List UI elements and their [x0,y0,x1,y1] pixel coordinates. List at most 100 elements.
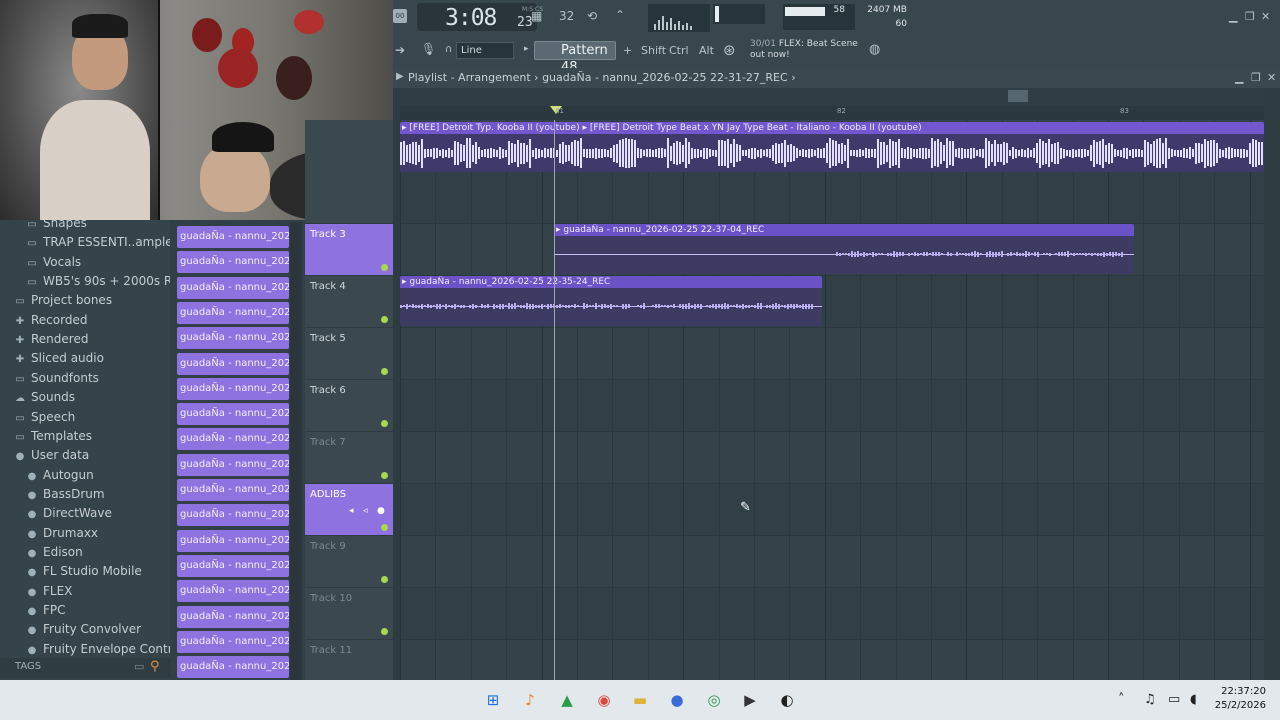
browser-item[interactable]: ▭ Vocals [0,253,81,272]
alt-key[interactable]: Alt [699,44,714,57]
minimize-icon[interactable]: ▁ [1229,10,1237,23]
microphone-icon[interactable]: 🎙 [421,42,436,56]
picker-clip[interactable]: guadaÑa - nannu_2026-... [177,529,289,552]
track-mute-led[interactable] [381,576,388,583]
playlist-vertical-scrollbar[interactable] [1264,120,1280,680]
playlist-lane[interactable] [400,328,1264,380]
search-icon[interactable]: ⚲ [150,659,160,674]
browser-item[interactable]: ✚ Sliced audio [0,349,104,368]
track-mute-led[interactable] [381,472,388,479]
browser-item[interactable]: ● Fruity Envelope Controller [0,640,170,659]
overview-thumb[interactable] [1008,90,1028,102]
playlist-overview-scrollbar[interactable] [400,88,1264,106]
browser-item[interactable]: ● FPC [0,601,66,620]
browser-item[interactable]: ☁ Sounds [0,388,75,407]
tray-chevron-icon[interactable]: ˄ [1118,692,1125,707]
picker-clip[interactable]: guadaÑa - nannu_2026-... [177,327,289,350]
browser-item[interactable]: ● FL Studio Mobile [0,562,142,581]
browser-item[interactable]: ▭ Templates [0,427,92,446]
picker-clip[interactable]: guadaÑa - nannu_2026-... [177,276,289,299]
track-header[interactable]: Track 6 [305,380,393,432]
track-mute-led[interactable] [381,368,388,375]
obs-icon[interactable]: ◐ [775,688,799,712]
track-header-top[interactable] [305,120,393,224]
track-header[interactable]: Track 11 [305,640,393,680]
media-player-icon[interactable]: ▶ [738,688,762,712]
browser-item[interactable]: ● Edison [0,543,83,562]
news-panel[interactable]: 30/01 FLEX: Beat Scene out now! [750,39,865,61]
track-mute-led[interactable] [381,420,388,427]
picker-clip[interactable]: guadaÑa - nannu_2026-... [177,605,289,628]
time-ruler[interactable]: 81 82 83 [400,106,1264,120]
chrome-icon[interactable]: ◉ [592,688,616,712]
snap-selector[interactable]: Line [456,42,514,59]
typing-keyboard-icon[interactable]: ▦ [531,9,542,23]
close-icon[interactable]: ✕ [1261,10,1270,23]
pattern-arrow-icon[interactable]: ▸ [524,44,529,54]
picker-clip[interactable]: guadaÑa - nannu_2026-... [177,251,289,274]
browser-item[interactable]: ● DirectWave [0,504,112,523]
picker-scrollbar[interactable] [290,222,302,680]
browser-item[interactable]: ● Drumaxx [0,524,98,543]
picker-clip[interactable]: guadaÑa - nannu_2026-... [177,428,289,451]
windows-start-icon[interactable]: ⊞ [481,688,505,712]
play-arrow-icon[interactable]: ➔ [395,43,405,57]
shift-key[interactable]: Shift [641,44,666,57]
playlist-restore-icon[interactable]: ❐ [1251,71,1261,84]
ctrl-key[interactable]: Ctrl [669,44,689,57]
track-header[interactable]: Track 9 [305,536,393,588]
track-header[interactable]: Track 5 [305,328,393,380]
song-time-display[interactable]: 3:08 M:S:CS 23 [417,3,543,31]
picker-clip[interactable]: guadaÑa - nannu_2026-... [177,630,289,653]
track-speaker-icon[interactable]: ◃ [363,506,368,516]
picker-clip[interactable]: guadaÑa - nannu_2026-... [177,479,289,501]
track-mute-led[interactable] [381,524,388,531]
restore-icon[interactable]: ❐ [1245,10,1255,23]
snap-magnet-icon[interactable]: ∩ [445,44,452,55]
browser-item[interactable]: ● BassDrum [0,485,105,504]
track-header[interactable]: Track 3 [305,224,393,276]
recorded-audio-clip[interactable]: ▸ guadaÑa - nannu_2026-02-25 22-37-04_RE… [554,224,1134,274]
playlist-lane[interactable] [400,380,1264,432]
picker-clip[interactable]: guadaÑa - nannu_2026-... [177,504,289,527]
track-mute-led[interactable] [381,264,388,271]
fl-studio-taskbar-icon[interactable]: ♪ [518,688,542,712]
browser-item[interactable]: ▭ Soundfonts [0,369,99,388]
playlist-lane[interactable] [400,536,1264,588]
track-header[interactable]: ADLIBS ◂ ◃ ● [305,484,393,536]
loop-record-icon[interactable]: ⟲ [587,9,597,23]
track-mute-led[interactable] [381,628,388,635]
globe-icon[interactable]: ◍ [869,42,880,57]
picker-clip[interactable]: guadaÑa - nannu_2026-... [177,352,289,375]
playlist-lane[interactable] [400,484,1264,536]
picker-clip[interactable]: guadaÑa - nannu_2026-... [177,656,289,679]
track-mute-led[interactable] [381,316,388,323]
track-audio-icon[interactable]: ◂ [349,506,354,516]
google-drive-icon[interactable]: ▲ [555,688,579,712]
recorded-audio-clip[interactable]: ▸ guadaÑa - nannu_2026-02-25 22-35-24_RE… [400,276,822,326]
browser-item[interactable]: ▭ Shapes [0,220,87,233]
tempo-icon[interactable]: 32 [559,9,574,23]
browser-item[interactable]: ● Fruity Convolver [0,620,141,639]
pattern-selector[interactable]: Pattern 48 [534,41,616,75]
picker-clip[interactable]: guadaÑa - nannu_2026-... [177,554,289,577]
master-volume-meter[interactable] [713,4,765,24]
add-pattern-button[interactable]: + [623,44,632,57]
picker-clip[interactable]: guadaÑa - nannu_2026-... [177,580,289,603]
playlist-lane[interactable] [400,588,1264,640]
browser-item[interactable]: ▭ Speech [0,408,75,427]
picker-clip[interactable]: guadaÑa - nannu_2026-... [177,403,289,426]
track-record-icon[interactable]: ● [377,506,385,516]
browser-item[interactable]: ▭ TRAP ESSENTI..ample Pack] [0,233,170,252]
browser-item[interactable]: ✚ Rendered [0,330,89,349]
track-header[interactable]: Track 4 [305,276,393,328]
picker-clip[interactable]: guadaÑa - nannu_2026-... [177,453,289,476]
picker-clip[interactable]: guadaÑa - nannu_2026-... [177,377,289,400]
voice-recorder-icon[interactable]: ● [665,688,689,712]
microphone-tray-icon[interactable]: ♫ [1144,692,1156,707]
chrome-profile-icon[interactable]: ◎ [702,688,726,712]
playlist-lane[interactable] [400,432,1264,484]
playlist-close-icon[interactable]: ✕ [1267,71,1276,84]
picker-clip[interactable]: guadaÑa - nannu_2026-... [177,226,289,248]
file-explorer-icon[interactable]: ▬ [628,688,652,712]
